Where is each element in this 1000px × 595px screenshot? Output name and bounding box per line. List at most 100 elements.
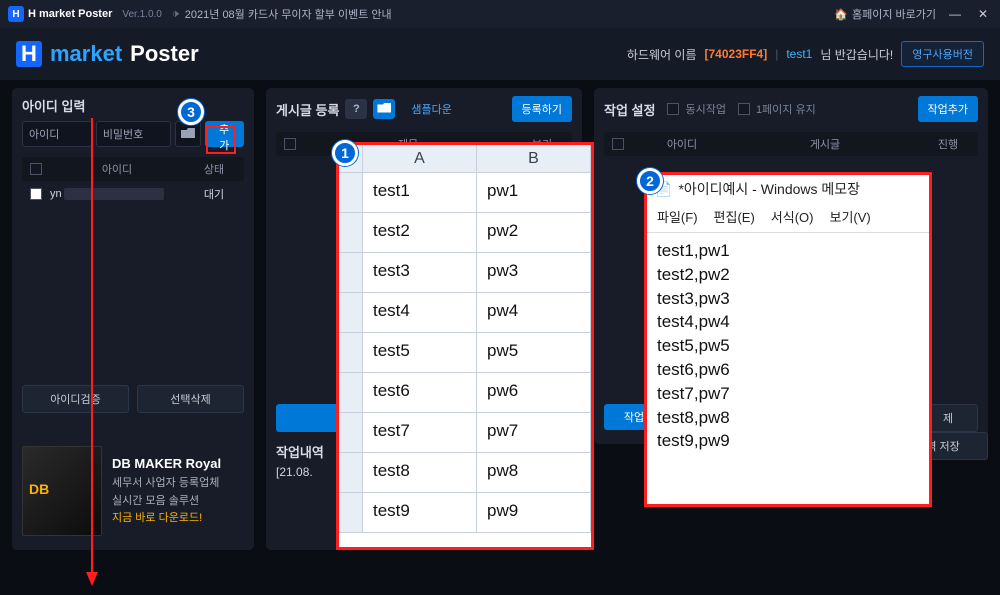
- brand-logo: H market Poster: [16, 41, 199, 67]
- excel-cell-b: pw2: [477, 213, 591, 253]
- id-col-header: 아이디: [50, 161, 184, 177]
- excel-cell-a: test6: [363, 373, 477, 413]
- task-panel-title: 작업 설정: [604, 100, 655, 119]
- hardware-id: [74023FF4]: [705, 47, 768, 61]
- delete-selected-button[interactable]: 선택삭제: [137, 385, 244, 413]
- titlebar-app-name: H H market Poster: [8, 6, 112, 22]
- excel-cell-b: pw3: [477, 253, 591, 293]
- excel-cell-a: test7: [363, 413, 477, 453]
- excel-row: test7pw7: [339, 413, 591, 453]
- titlebar-announcement[interactable]: 2021년 08월 카드사 무이자 할부 이벤트 안내: [172, 6, 392, 22]
- add-task-button[interactable]: 작업추가: [918, 96, 978, 122]
- titlebar-version: Ver.1.0.0: [122, 9, 161, 20]
- task-post-col-header: 게시글: [732, 136, 918, 152]
- notepad-line: test6,pw6: [657, 358, 919, 382]
- status-col-header: 상태: [184, 161, 244, 177]
- excel-cell-a: test5: [363, 333, 477, 373]
- task-panel-header: 작업 설정 동시작업 1페이지 유지 작업추가: [604, 96, 978, 122]
- excel-cell-a: test2: [363, 213, 477, 253]
- select-all-checkbox[interactable]: [30, 163, 42, 175]
- id-field[interactable]: 아이디: [22, 121, 92, 147]
- titlebar: H H market Poster Ver.1.0.0 2021년 08월 카드…: [0, 0, 1000, 28]
- excel-row: test8pw8: [339, 453, 591, 493]
- row-status-cell: 대기: [184, 186, 244, 202]
- keep-page1-checkbox[interactable]: [738, 103, 750, 115]
- window-close-button[interactable]: ✕: [974, 5, 992, 23]
- post-folder-button[interactable]: [373, 99, 395, 119]
- folder-icon: [181, 127, 195, 141]
- greeting-suffix: 님 반갑습니다!: [820, 46, 893, 63]
- notepad-menu-file: 파일(F): [657, 207, 698, 226]
- row-checkbox[interactable]: [30, 188, 42, 200]
- annotation-box-folder: [206, 126, 236, 154]
- notepad-window-title: *아이디예시 - Windows 메모장: [678, 179, 860, 199]
- home-icon: [834, 8, 848, 21]
- excel-row: test5pw5: [339, 333, 591, 373]
- excel-row: test6pw6: [339, 373, 591, 413]
- task-table-header: 아이디 게시글 진행: [604, 132, 978, 156]
- row-id-cell: yn: [50, 188, 184, 200]
- window-minimize-button[interactable]: —: [946, 5, 964, 23]
- post-select-all-checkbox[interactable]: [284, 138, 296, 150]
- excel-col-a-header: A: [363, 145, 477, 172]
- folder-icon: [377, 103, 391, 116]
- excel-cell-a: test1: [363, 173, 477, 213]
- notepad-line: test4,pw4: [657, 310, 919, 334]
- excel-cell-b: pw9: [477, 493, 591, 533]
- example-excel-overlay: A B test1pw1test2pw2test3pw3test4pw4test…: [336, 142, 594, 550]
- notepad-menu-view: 보기(V): [829, 207, 870, 226]
- concurrent-label: 동시작업: [685, 101, 725, 117]
- censored-text: [64, 188, 164, 200]
- excel-cell-a: test8: [363, 453, 477, 493]
- license-button[interactable]: 영구사용버전: [901, 41, 984, 67]
- post-panel-header: 게시글 등록 ? 샘플다운 등록하기: [276, 96, 572, 122]
- sample-download-link[interactable]: 샘플다운: [405, 100, 457, 118]
- task-id-col-header: 아이디: [632, 136, 732, 152]
- excel-cell-b: pw4: [477, 293, 591, 333]
- promo-title: DB MAKER Royal: [112, 454, 221, 475]
- id-table-header: 아이디 상태: [22, 157, 244, 181]
- example-notepad-overlay: 📄 *아이디예시 - Windows 메모장 파일(F) 편집(E) 서식(O)…: [644, 172, 932, 507]
- annotation-tag-2: 2: [637, 168, 663, 194]
- annotation-tag-1: 1: [332, 140, 358, 166]
- id-panel-title: 아이디 입력: [22, 96, 244, 115]
- concurrent-checkbox[interactable]: [667, 103, 679, 115]
- excel-cell-b: pw6: [477, 373, 591, 413]
- notepad-line: test2,pw2: [657, 263, 919, 287]
- excel-cell-b: pw5: [477, 333, 591, 373]
- pw-field[interactable]: 비밀번호: [96, 121, 172, 147]
- excel-cell-a: test9: [363, 493, 477, 533]
- notepad-line: test8,pw8: [657, 406, 919, 430]
- excel-cell-a: test4: [363, 293, 477, 333]
- task-select-all-checkbox[interactable]: [612, 138, 624, 150]
- excel-row: test2pw2: [339, 213, 591, 253]
- task-progress-col-header: 진행: [918, 136, 978, 152]
- excel-cell-b: pw8: [477, 453, 591, 493]
- verify-id-button[interactable]: 아이디검증: [22, 385, 129, 413]
- notepad-line: test7,pw7: [657, 382, 919, 406]
- promo-banner[interactable]: DB MAKER Royal 세무서 사업자 등록업체 실시간 모음 솔루션 지…: [12, 432, 254, 550]
- help-icon[interactable]: ?: [345, 99, 367, 119]
- register-post-button[interactable]: 등록하기: [512, 96, 572, 122]
- promo-text: DB MAKER Royal 세무서 사업자 등록업체 실시간 모음 솔루션 지…: [112, 454, 221, 528]
- annotation-tag-3: 3: [178, 99, 204, 125]
- speaker-icon: [172, 8, 179, 21]
- post-panel-title: 게시글 등록: [276, 100, 339, 119]
- excel-cell-b: pw7: [477, 413, 591, 453]
- excel-cell-b: pw1: [477, 173, 591, 213]
- excel-row: test9pw9: [339, 493, 591, 533]
- promo-line2: 실시간 모음 솔루션: [112, 493, 221, 511]
- id-table-row[interactable]: yn 대기: [22, 181, 244, 207]
- brand-icon: H: [16, 41, 42, 67]
- open-file-button[interactable]: [175, 121, 200, 147]
- excel-row: test1pw1: [339, 173, 591, 213]
- current-user: test1: [786, 47, 812, 61]
- brandbar: H market Poster 하드웨어 이름 [74023FF4] | tes…: [0, 28, 1000, 80]
- homepage-link[interactable]: 홈페이지 바로가기: [834, 6, 936, 22]
- notepad-menu-format: 서식(O): [771, 207, 814, 226]
- keep-page1-label: 1페이지 유지: [756, 101, 816, 117]
- excel-col-b-header: B: [477, 145, 591, 172]
- app-icon: H: [8, 6, 24, 22]
- excel-row: test4pw4: [339, 293, 591, 333]
- notepad-line: test9,pw9: [657, 429, 919, 453]
